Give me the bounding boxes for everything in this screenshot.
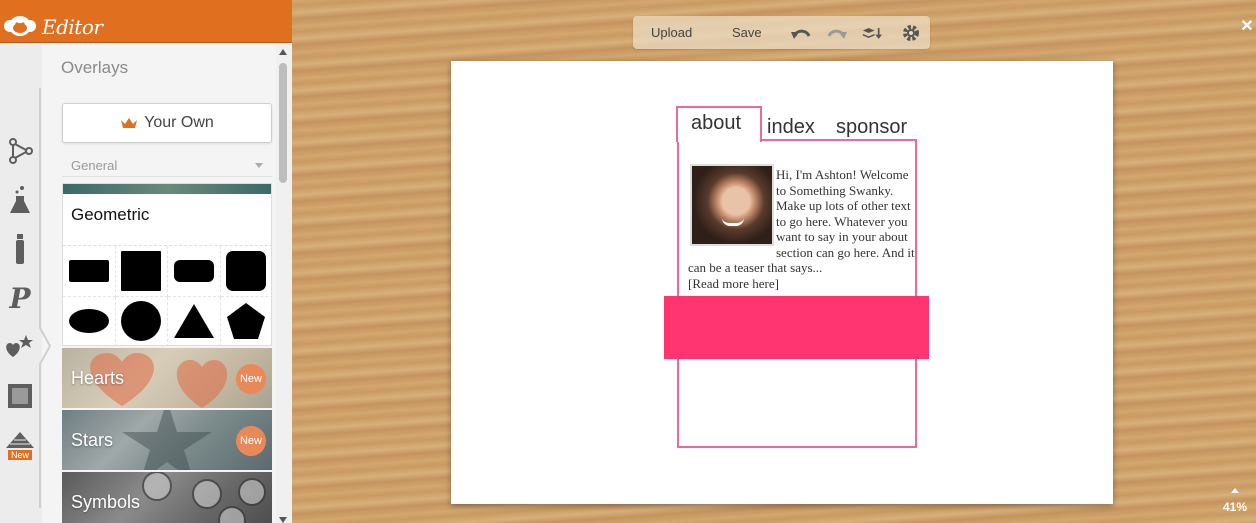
- overlays-icon: [6, 335, 33, 357]
- undo-icon: [791, 29, 811, 39]
- tube-icon: [16, 234, 24, 264]
- your-own-label: Your Own: [144, 114, 214, 131]
- shape-rounded-square[interactable]: [220, 246, 271, 297]
- hearts-category-card[interactable]: Hearts New: [62, 348, 272, 408]
- zoom-level: 41%: [1222, 500, 1248, 514]
- geometric-overlay-card[interactable]: Geometric: [62, 183, 272, 346]
- redo-icon: [827, 29, 847, 39]
- photo-smile: [722, 218, 744, 226]
- active-tool-indicator: [39, 88, 52, 508]
- textures-icon: [6, 431, 34, 448]
- square-shape-icon: [121, 250, 162, 291]
- text-p-icon: P: [9, 281, 31, 315]
- shape-triangle[interactable]: [168, 296, 221, 345]
- layers-button[interactable]: [862, 24, 882, 42]
- editor-sidebar: Editor P New Overlays Your Own General G…: [0, 0, 292, 523]
- nodes-tool-button[interactable]: [0, 131, 40, 171]
- hearts-new-badge: New: [236, 364, 266, 394]
- upload-button[interactable]: Upload: [651, 25, 692, 40]
- tool-rail: P New: [0, 43, 42, 523]
- symbols-label: Symbols: [71, 492, 141, 512]
- flask-icon: [10, 186, 30, 213]
- redo-button[interactable]: [827, 24, 847, 42]
- crown-icon: [121, 118, 138, 128]
- shape-grid: [63, 245, 272, 346]
- undo-button[interactable]: [791, 24, 811, 42]
- chevron-up-icon[interactable]: [1231, 488, 1239, 493]
- app-title: Editor: [42, 15, 103, 39]
- close-icon[interactable]: ✕: [1240, 19, 1254, 35]
- effects-tool-button[interactable]: [0, 180, 40, 220]
- rectangle-shape-icon: [68, 259, 109, 282]
- textures-new-badge: New: [7, 449, 32, 460]
- tab-index[interactable]: index: [767, 116, 815, 139]
- symbols-category-card[interactable]: Symbols: [62, 472, 272, 523]
- circle-shape-icon: [121, 301, 162, 342]
- touchup-tool-button[interactable]: [0, 229, 40, 269]
- chevron-down-icon: [255, 163, 263, 168]
- zoom-control[interactable]: 41%: [1217, 488, 1253, 518]
- shape-rectangle[interactable]: [63, 246, 116, 297]
- stars-category-card[interactable]: Stars New: [62, 410, 272, 470]
- text-tool-button[interactable]: P: [0, 278, 40, 318]
- shape-circle[interactable]: [116, 296, 168, 345]
- monkey-logo-icon: [4, 16, 36, 36]
- hearts-label: Hearts: [71, 368, 125, 388]
- shape-rounded-rectangle[interactable]: [168, 246, 221, 297]
- ellipse-shape-icon: [68, 309, 109, 334]
- pink-rectangle-overlay[interactable]: [664, 296, 929, 359]
- tab-sponsor[interactable]: sponsor: [836, 116, 907, 139]
- sidebar-scrollbar[interactable]: [276, 43, 292, 523]
- layers-icon: [862, 28, 882, 39]
- profile-photo[interactable]: [690, 164, 774, 246]
- app-header: Editor: [0, 0, 292, 43]
- rounded-square-shape-icon: [226, 250, 267, 291]
- settings-icon: [903, 25, 919, 41]
- scroll-up-icon[interactable]: [279, 49, 287, 55]
- pentagon-shape-icon: [227, 303, 266, 340]
- read-more-link: [Read more here]: [688, 275, 779, 291]
- scroll-down-icon[interactable]: [279, 517, 287, 523]
- save-button[interactable]: Save: [732, 25, 762, 40]
- your-own-button[interactable]: Your Own: [62, 103, 272, 143]
- tab-about[interactable]: about: [691, 112, 741, 135]
- scroll-thumb[interactable]: [279, 63, 287, 183]
- frames-tool-button[interactable]: [0, 376, 40, 416]
- panel-title: Overlays: [61, 58, 129, 77]
- geometric-title: Geometric: [71, 205, 150, 224]
- category-select[interactable]: General: [62, 153, 272, 177]
- triangle-shape-icon: [173, 304, 214, 339]
- shape-pentagon[interactable]: [221, 297, 272, 346]
- overlays-tool-button[interactable]: [0, 327, 40, 367]
- stars-label: Stars: [71, 430, 114, 450]
- card-banner: [63, 184, 271, 194]
- stars-new-badge: New: [236, 426, 266, 456]
- rounded-rectangle-shape-icon: [173, 259, 214, 282]
- textures-tool-button[interactable]: New: [0, 425, 40, 465]
- settings-button[interactable]: [901, 24, 921, 42]
- nodes-icon: [9, 138, 33, 164]
- category-select-value: General: [71, 158, 118, 173]
- canvas-toolbar: Upload Save: [633, 16, 930, 49]
- design-canvas[interactable]: about index sponsor Hi, I'm Ashton! Welc…: [451, 61, 1113, 504]
- shape-ellipse[interactable]: [63, 296, 116, 345]
- shape-square[interactable]: [115, 246, 168, 297]
- frame-icon: [8, 384, 32, 408]
- workspace: Upload Save ✕ about index sponsor Hi, I'…: [292, 0, 1256, 523]
